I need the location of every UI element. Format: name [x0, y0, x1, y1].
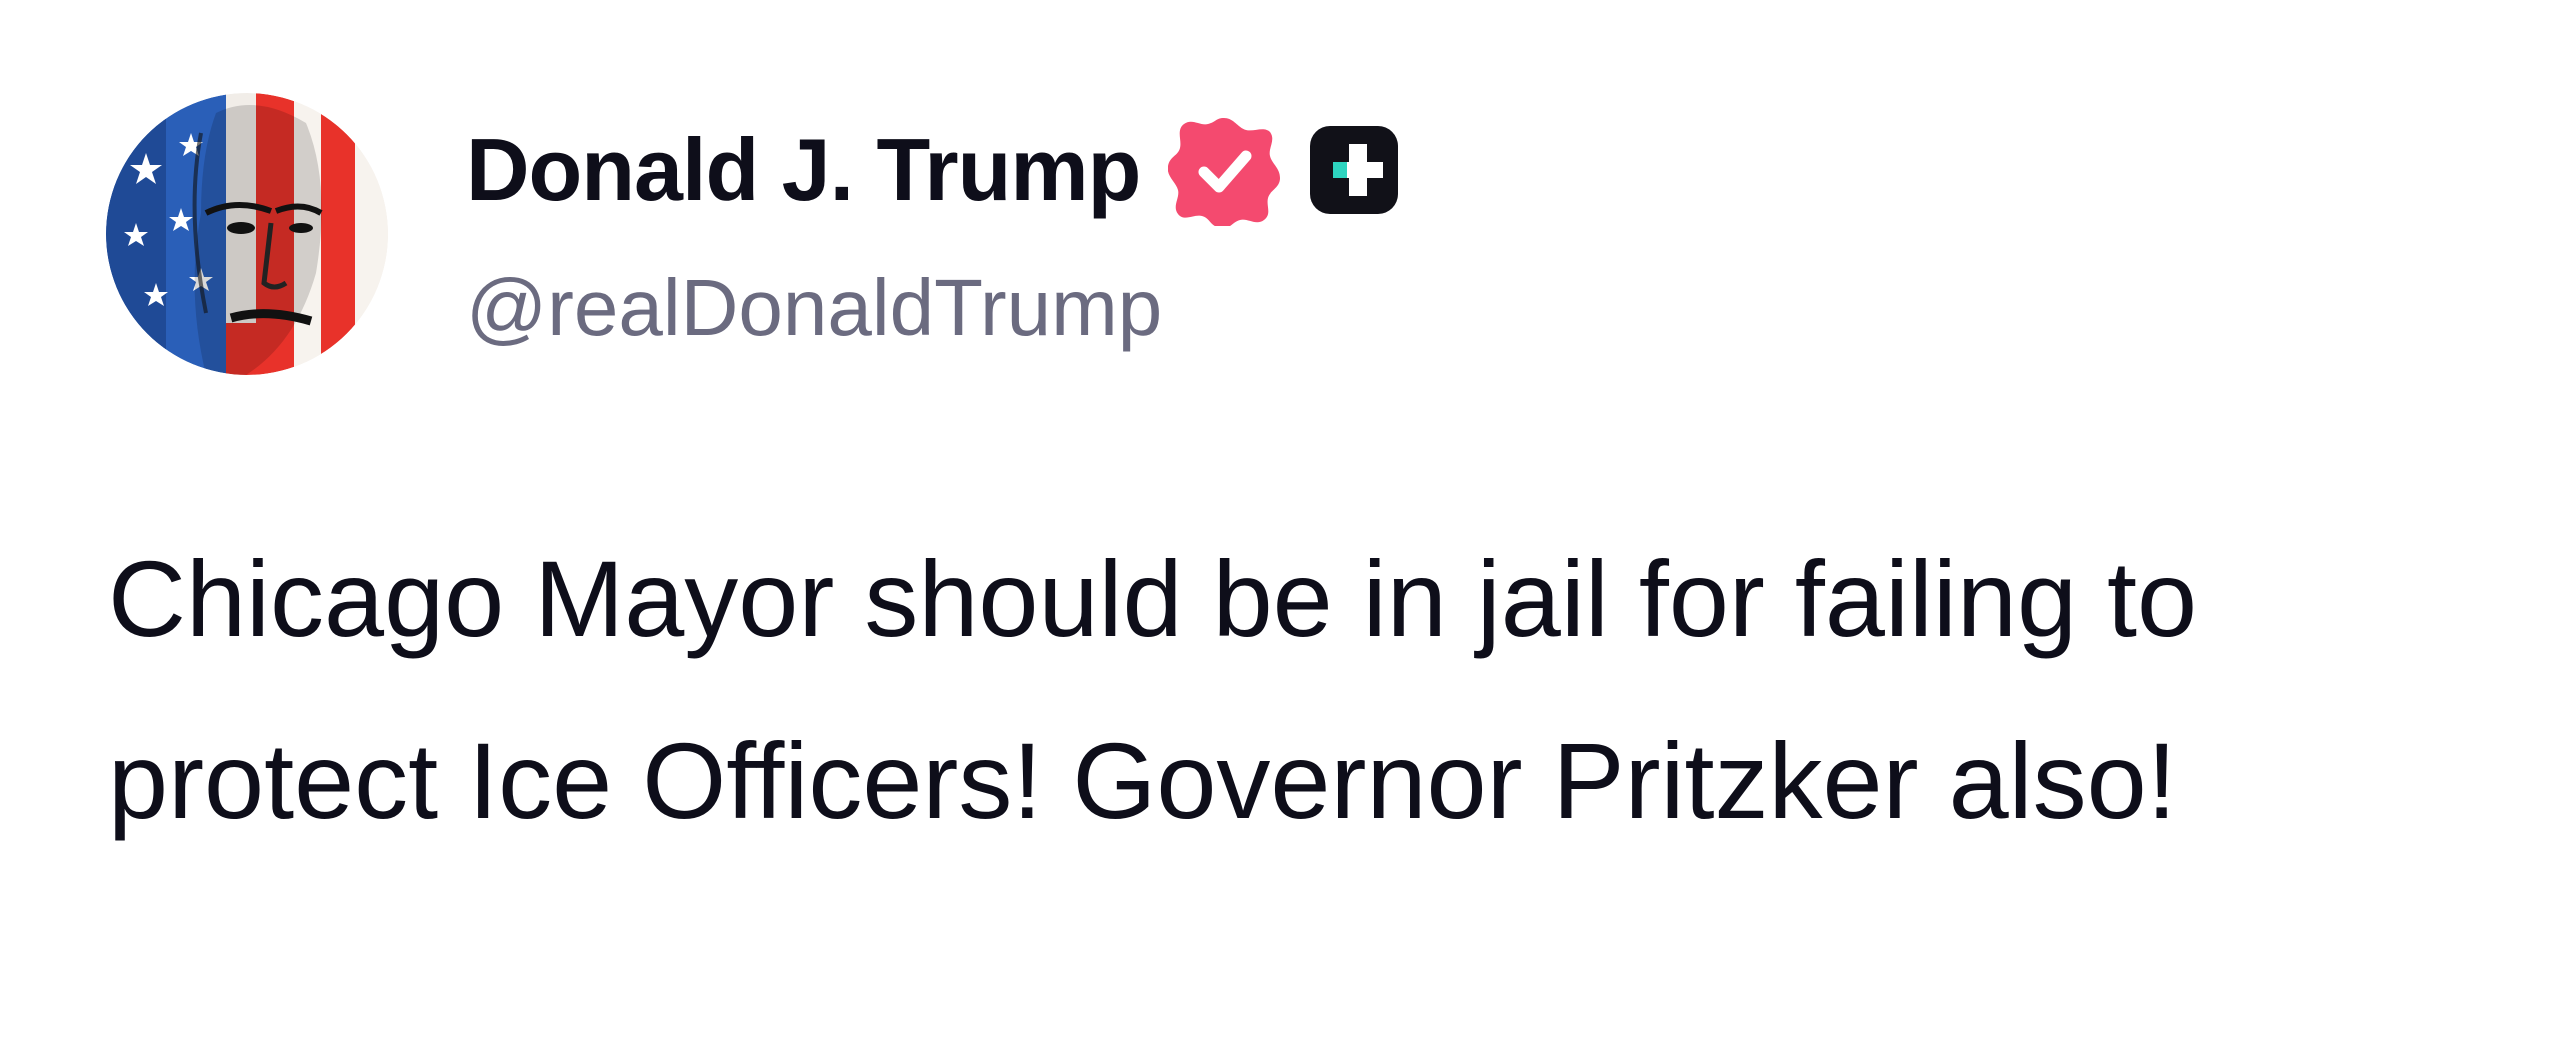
post-card: Donald J. Trump @realDonaldTrump Chicago… [0, 0, 2556, 1056]
author-handle[interactable]: @realDonaldTrump [466, 268, 1162, 348]
avatar[interactable] [106, 93, 388, 375]
author-name-row: Donald J. Trump [466, 108, 1402, 232]
plus-badge-icon [1310, 126, 1399, 214]
author-display-name[interactable]: Donald J. Trump [466, 126, 1141, 214]
verified-badge-icon [1168, 118, 1281, 226]
post-text: Chicago Mayor should be in jail for fail… [108, 538, 2198, 841]
avatar-image [106, 93, 388, 375]
